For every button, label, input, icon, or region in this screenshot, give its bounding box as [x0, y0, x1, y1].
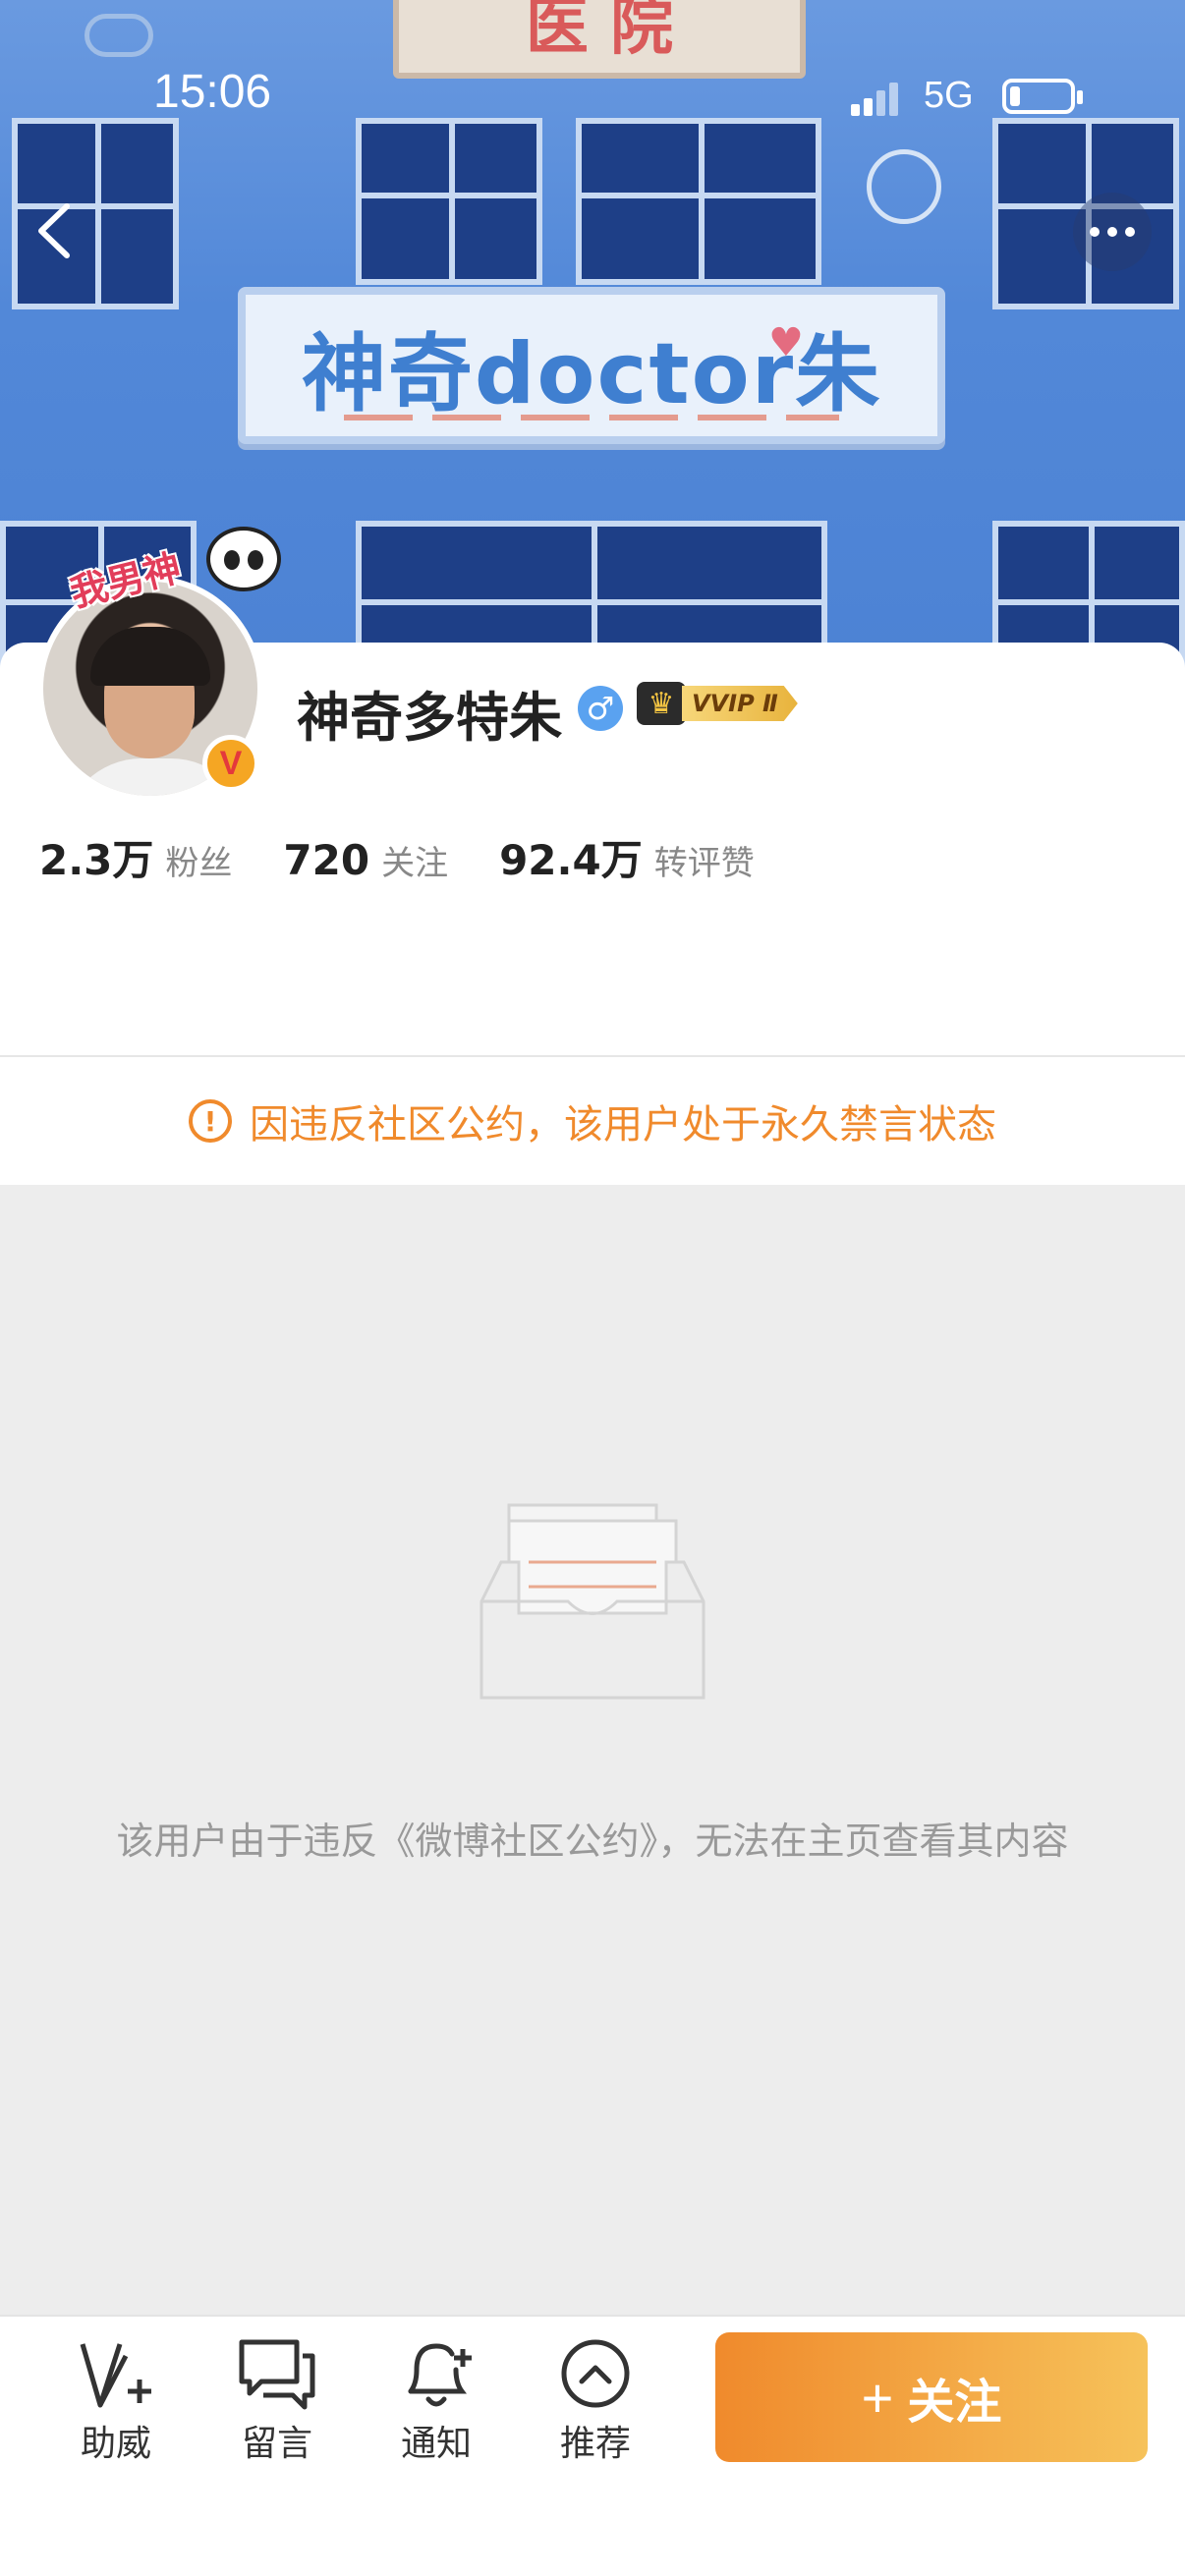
- stat-fans-value: 2.3万: [39, 836, 154, 884]
- stat-following[interactable]: 720 关注: [283, 836, 448, 884]
- bell-plus-icon: [408, 2343, 472, 2407]
- more-button[interactable]: [1073, 193, 1152, 271]
- back-button[interactable]: [28, 196, 86, 265]
- username: 神奇多特朱: [297, 687, 562, 749]
- empty-state-message: 该用户由于违反《微博社区公约》，无法在主页查看其内容: [116, 1820, 1069, 1863]
- chevron-left-icon: [38, 203, 70, 258]
- notify-label: 通知: [400, 2424, 472, 2464]
- chevron-up-circle-icon: [561, 2339, 630, 2408]
- support-label: 助威: [80, 2424, 151, 2464]
- message-label: 留言: [241, 2424, 312, 2464]
- banner-window: [576, 118, 821, 285]
- v-plus-icon: [80, 2343, 151, 2408]
- follow-label: 关注: [907, 2377, 1002, 2429]
- profile-stats: 2.3万 粉丝 720 关注 92.4万 转评赞: [39, 827, 806, 887]
- avatar-container[interactable]: 我男神 V: [37, 527, 281, 802]
- stat-interactions-value: 92.4万: [499, 836, 643, 884]
- warning-icon: !: [189, 1099, 232, 1143]
- hospital-sign: 医 院: [393, 0, 806, 79]
- network-type: 5G: [924, 75, 974, 116]
- stat-fans-label: 粉丝: [165, 844, 233, 883]
- stat-interactions-label: 转评赞: [653, 844, 755, 883]
- round-emblem: [867, 149, 941, 224]
- signal-icon: [851, 83, 898, 116]
- support-button[interactable]: 助威: [57, 2336, 175, 2466]
- stat-interactions[interactable]: 92.4万 转评赞: [499, 827, 755, 887]
- more-dots-icon: [1090, 227, 1100, 237]
- heart-icon: ♥: [768, 320, 804, 365]
- follow-button[interactable]: + 关注: [715, 2332, 1148, 2462]
- notify-button[interactable]: 通知: [377, 2336, 495, 2466]
- recommend-button[interactable]: 推荐: [536, 2336, 654, 2466]
- crown-icon: ♛: [637, 682, 686, 725]
- male-icon: ♂: [578, 686, 623, 731]
- banner-sign: 神奇doctor朱: [238, 287, 945, 444]
- avatar-pendant: 我男神: [59, 527, 285, 635]
- empty-box-icon: [480, 1503, 705, 1700]
- status-time: 15:06: [153, 66, 272, 118]
- panda-icon: [206, 527, 281, 591]
- battery-icon: [1002, 79, 1083, 114]
- ban-notice-text: 因违反社区公约，该用户处于永久禁言状态: [250, 1102, 996, 1148]
- message-button[interactable]: 留言: [218, 2336, 336, 2466]
- vvip-label: VVIP Ⅱ: [682, 686, 798, 721]
- vvip-badge[interactable]: ♛ VVIP Ⅱ: [637, 682, 798, 725]
- message-icon: [239, 2339, 315, 2410]
- stat-fans[interactable]: 2.3万 粉丝: [39, 827, 232, 887]
- recommend-label: 推荐: [559, 2424, 631, 2464]
- cloud-decoration: [85, 14, 153, 57]
- plus-icon: +: [861, 2366, 894, 2429]
- verified-badge: V: [202, 735, 259, 792]
- stat-following-value: 720: [283, 836, 370, 884]
- ban-notice: ! 因违反社区公约，该用户处于永久禁言状态: [0, 1057, 1185, 1185]
- avatar-pendant-text: 我男神: [66, 545, 186, 616]
- stat-following-label: 关注: [381, 844, 449, 883]
- banner-window: [356, 118, 542, 285]
